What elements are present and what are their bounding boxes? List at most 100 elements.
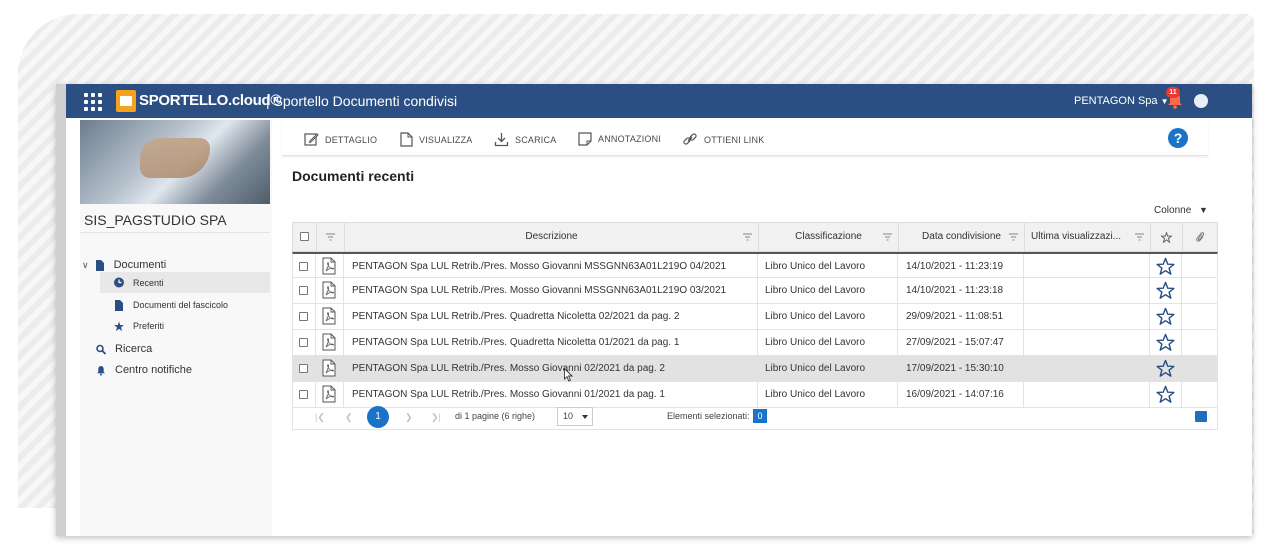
star-outline-icon[interactable]	[1156, 359, 1175, 378]
row-type-cell	[316, 330, 344, 355]
row-type-cell	[316, 356, 344, 381]
row-ultima-visualizzazione	[1024, 356, 1150, 381]
app-title: | Sportello Documenti condivisi	[266, 93, 458, 109]
table-header: Descrizione Classificazione Data condivi…	[292, 222, 1218, 252]
row-descrizione: PENTAGON Spa LUL Retrib./Pres. Mosso Gio…	[344, 254, 758, 279]
apps-grid-icon[interactable]	[84, 93, 102, 111]
ottieni-link-button[interactable]: OTTIENI LINK	[682, 132, 764, 147]
sidebar: SIS_PAGSTUDIO SPA ∨ Documenti Recenti Do…	[80, 120, 272, 536]
pagination-bar: |❮ ❮ 1 ❯ ❯| di 1 pagine (6 righe) 10 Ele…	[292, 404, 1218, 430]
row-classificazione: Libro Unico del Lavoro	[758, 254, 898, 279]
documents-table: Descrizione Classificazione Data condivi…	[292, 222, 1218, 408]
company-selector[interactable]: PENTAGON Spa ▼	[1074, 95, 1169, 107]
sidebar-divider	[80, 232, 270, 233]
file-icon	[400, 132, 413, 147]
row-checkbox[interactable]	[299, 364, 308, 373]
document-icon	[95, 259, 104, 271]
sidebar-item-preferiti[interactable]: Preferiti	[114, 319, 164, 333]
first-page-icon[interactable]: |❮	[315, 412, 325, 423]
row-checkbox[interactable]	[299, 262, 308, 271]
filter-icon[interactable]	[743, 233, 752, 241]
select-all-checkbox[interactable]	[300, 232, 309, 241]
company-name: PENTAGON Spa	[1074, 95, 1158, 107]
header-data-condivisione[interactable]: Data condivisione	[899, 223, 1025, 251]
help-icon[interactable]: ?	[1168, 128, 1188, 148]
row-attachment-cell	[1182, 330, 1216, 355]
row-classificazione: Libro Unico del Lavoro	[758, 330, 898, 355]
excel-export-icon[interactable]	[1195, 411, 1207, 422]
row-favorite-cell	[1150, 304, 1182, 329]
table-row[interactable]: PENTAGON Spa LUL Retrib./Pres. Mosso Gio…	[292, 278, 1218, 304]
filter-icon[interactable]	[1009, 233, 1018, 241]
row-checkbox[interactable]	[299, 338, 308, 347]
prev-page-icon[interactable]: ❮	[345, 412, 353, 423]
pdf-file-icon	[322, 281, 336, 299]
table-row[interactable]: PENTAGON Spa LUL Retrib./Pres. Mosso Gio…	[292, 252, 1218, 279]
table-row[interactable]: PENTAGON Spa LUL Retrib./Pres. Quadretta…	[292, 330, 1218, 356]
sidebar-item-centro-notifiche[interactable]: Centro notifiche	[96, 363, 192, 377]
bell-icon	[97, 365, 105, 375]
star-outline-icon[interactable]	[1156, 385, 1175, 404]
header-favorite-cell	[1151, 223, 1183, 251]
row-descrizione: PENTAGON Spa LUL Retrib./Pres. Mosso Gio…	[344, 356, 758, 381]
header-classificazione[interactable]: Classificazione	[759, 223, 899, 251]
table-body: PENTAGON Spa LUL Retrib./Pres. Mosso Gio…	[292, 252, 1218, 408]
sidebar-item-ricerca[interactable]: Ricerca	[96, 342, 152, 356]
header-ultima-visualizzazione[interactable]: Ultima visualizzazi...	[1025, 223, 1151, 251]
pdf-file-icon	[322, 385, 336, 403]
header-descrizione[interactable]: Descrizione	[345, 223, 759, 251]
row-data-condivisione: 27/09/2021 - 15:07:47	[898, 330, 1024, 355]
pdf-file-icon	[322, 333, 336, 351]
row-classificazione: Libro Unico del Lavoro	[758, 278, 898, 303]
row-descrizione: PENTAGON Spa LUL Retrib./Pres. Mosso Gio…	[344, 278, 758, 303]
star-icon	[114, 321, 124, 331]
sidebar-item-documenti-fascicolo[interactable]: Documenti del fascicolo	[114, 298, 228, 312]
row-data-condivisione: 14/10/2021 - 11:23:19	[898, 254, 1024, 279]
visualizza-button[interactable]: VISUALIZZA	[400, 132, 473, 147]
row-checkbox[interactable]	[299, 312, 308, 321]
table-row[interactable]: PENTAGON Spa LUL Retrib./Pres. Quadretta…	[292, 304, 1218, 330]
star-outline-icon[interactable]	[1156, 307, 1175, 326]
chevron-down-icon: ∨	[82, 259, 89, 270]
table-row[interactable]: PENTAGON Spa LUL Retrib./Pres. Mosso Gio…	[292, 356, 1218, 382]
selected-label: Elementi selezionati:	[667, 411, 750, 421]
filter-icon[interactable]	[1135, 233, 1144, 241]
current-page-button[interactable]: 1	[367, 406, 389, 428]
user-avatar[interactable]	[1194, 94, 1208, 108]
annotazioni-button[interactable]: ANNOTAZIONI	[578, 132, 661, 146]
row-favorite-cell	[1150, 356, 1182, 381]
filter-icon[interactable]	[326, 233, 335, 241]
header-type-cell	[317, 223, 345, 251]
paperclip-icon	[1196, 232, 1205, 242]
row-select-cell	[293, 278, 316, 303]
header-attachment-cell	[1183, 223, 1217, 251]
columns-menu-button[interactable]: Colonne ▼	[1154, 205, 1208, 216]
row-data-condivisione: 17/09/2021 - 15:30:10	[898, 356, 1024, 381]
next-page-icon[interactable]: ❯	[405, 412, 413, 423]
dettaglio-button[interactable]: DETTAGLIO	[304, 132, 377, 147]
pdf-file-icon	[322, 359, 336, 377]
star-outline-icon[interactable]	[1156, 281, 1175, 300]
sidebar-item-recenti[interactable]: Recenti	[100, 272, 270, 293]
pdf-file-icon	[322, 307, 336, 325]
page-size-select[interactable]: 10	[557, 407, 593, 426]
download-icon	[494, 133, 509, 147]
row-type-cell	[316, 278, 344, 303]
top-bar: SPORTELLO.cloud® | Sportello Documenti c…	[66, 84, 1252, 118]
filter-icon[interactable]	[883, 233, 892, 241]
pdf-file-icon	[322, 257, 336, 275]
scarica-button[interactable]: SCARICA	[494, 132, 556, 147]
search-icon	[96, 344, 106, 355]
star-outline-icon[interactable]	[1156, 257, 1175, 276]
row-data-condivisione: 14/10/2021 - 11:23:18	[898, 278, 1024, 303]
row-classificazione: Libro Unico del Lavoro	[758, 356, 898, 381]
star-outline-icon[interactable]	[1156, 333, 1175, 352]
sidebar-item-documenti[interactable]: ∨ Documenti	[82, 258, 166, 272]
row-checkbox[interactable]	[299, 286, 308, 295]
mouse-cursor-icon	[564, 368, 573, 382]
row-descrizione: PENTAGON Spa LUL Retrib./Pres. Quadretta…	[344, 304, 758, 329]
row-ultima-visualizzazione	[1024, 330, 1150, 355]
row-checkbox[interactable]	[299, 390, 308, 399]
last-page-icon[interactable]: ❯|	[431, 412, 441, 423]
sidebar-company-name: SIS_PAGSTUDIO SPA	[84, 212, 227, 228]
